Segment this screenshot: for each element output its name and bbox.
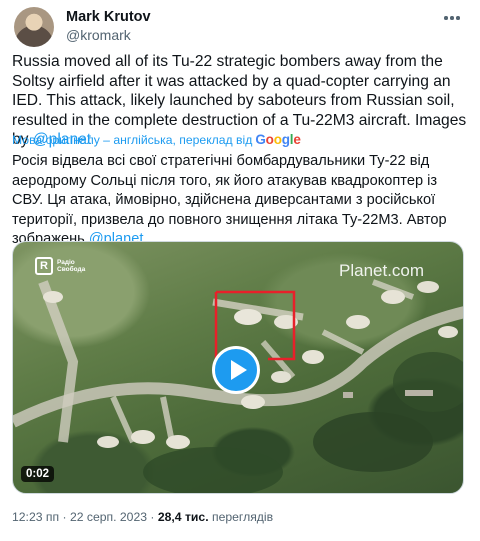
play-button[interactable] — [212, 346, 260, 394]
translated-text: Росія відвела всі свої стратегічні бомба… — [12, 152, 470, 250]
translation-label: Мова оригіналу – англійська, переклад ві… — [12, 132, 253, 147]
views-label: переглядів — [208, 510, 274, 524]
author-handle[interactable]: @kromark — [66, 27, 131, 43]
more-dots-icon[interactable] — [440, 8, 464, 28]
avatar[interactable] — [14, 7, 54, 47]
tweet-meta: 12:23 пп · 22 серп. 2023 · 28,4 тис. пер… — [12, 510, 273, 524]
views-count: 28,4 тис. — [157, 510, 209, 524]
tweet-date[interactable]: 22 серп. 2023 — [70, 510, 147, 524]
radio-svoboda-name: Радіо Свобода — [57, 259, 86, 273]
video-player[interactable]: R Радіо Свобода Planet.com 0:02 — [12, 241, 464, 494]
radio-svoboda-mark: R — [35, 257, 53, 275]
video-duration: 0:02 — [21, 466, 55, 482]
meta-separator-2: · — [147, 510, 158, 524]
play-icon — [230, 360, 247, 380]
tweet: Mark Krutov @kromark Russia moved all of… — [0, 0, 480, 541]
meta-separator: · — [59, 510, 70, 524]
tweet-time[interactable]: 12:23 пп — [12, 510, 59, 524]
planet-watermark: Planet.com — [339, 261, 425, 280]
translation-notice[interactable]: Мова оригіналу – англійська, переклад ві… — [12, 132, 301, 147]
author-name[interactable]: Mark Krutov — [66, 9, 151, 25]
google-logo: Google — [255, 132, 301, 147]
radio-svoboda-logo: R Радіо Свобода — [35, 257, 89, 275]
translated-body: Росія відвела всі свої стратегічні бомба… — [12, 153, 447, 248]
